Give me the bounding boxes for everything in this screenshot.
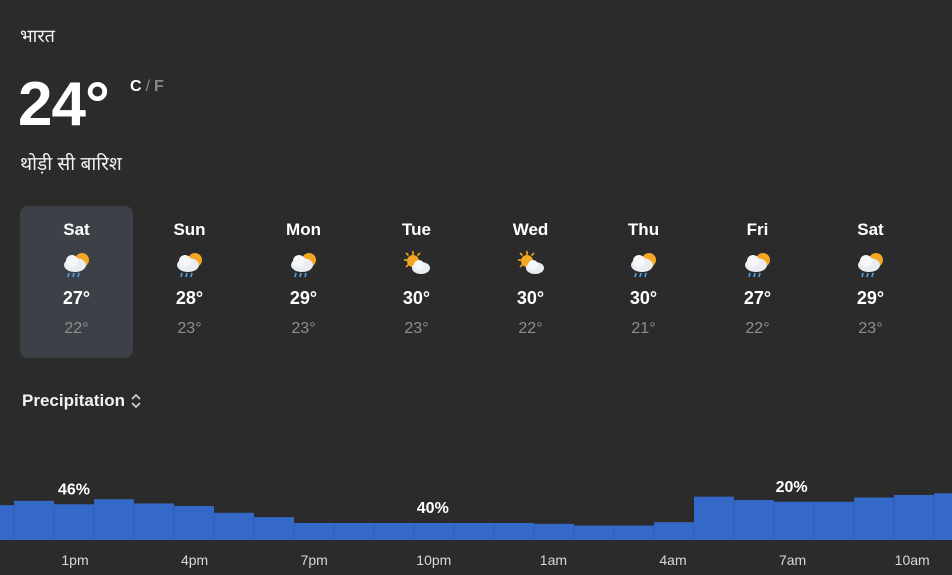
- day-low-temp: 22°: [745, 320, 770, 337]
- day-low-temp: 22°: [64, 320, 89, 337]
- location-title: भारत: [20, 26, 55, 46]
- day-card-tue[interactable]: Tue 30° 23°: [360, 206, 473, 358]
- day-low-temp: 23°: [291, 320, 316, 337]
- precip-bar: [174, 506, 214, 540]
- day-card-sun[interactable]: Sun 28° 23°: [133, 206, 246, 358]
- day-high-temp: 30°: [402, 288, 431, 308]
- daily-forecast: Sat 27° 22° Sun 28° 23° Mon 29° 23° Tue …: [20, 206, 930, 358]
- day-name: Sat: [857, 220, 884, 239]
- precip-bar: [734, 500, 774, 540]
- precipitation-dropdown[interactable]: Precipitation: [22, 391, 125, 411]
- day-card-sat[interactable]: Sat 27° 22°: [20, 206, 133, 358]
- unit-fahrenheit[interactable]: F: [154, 78, 164, 95]
- day-card-sat-next[interactable]: Sat 29° 23°: [814, 206, 927, 358]
- day-high-temp: 30°: [516, 288, 545, 308]
- day-card-wed[interactable]: Wed 30° 22°: [474, 206, 587, 358]
- day-low-temp: 21°: [631, 320, 656, 337]
- time-axis-label: 10am: [895, 552, 930, 568]
- precip-percent-label: 20%: [776, 479, 808, 496]
- current-condition: थोड़ी सी बारिश: [20, 154, 122, 175]
- time-axis-label: 4pm: [181, 552, 208, 568]
- time-axis-label: 1am: [540, 552, 567, 568]
- current-temperature: 24°: [18, 70, 110, 139]
- rain-cloud-sun-icon: [744, 253, 770, 278]
- day-card-fri[interactable]: Fri 27° 22°: [701, 206, 814, 358]
- precip-bar: [694, 496, 734, 540]
- precip-bar: [254, 517, 294, 540]
- day-low-temp: 23°: [177, 320, 202, 337]
- precip-bar: [574, 525, 614, 540]
- precip-bar: [454, 523, 494, 540]
- time-axis-label: 7pm: [301, 552, 328, 568]
- precip-bar: [374, 523, 414, 540]
- precip-bar: [54, 504, 94, 540]
- rain-cloud-sun-icon: [63, 253, 89, 278]
- precip-bar: [494, 523, 534, 540]
- time-axis-label: 1pm: [61, 552, 88, 568]
- precip-bar: [854, 497, 894, 540]
- precip-bar: [894, 494, 934, 540]
- precip-bar: [774, 501, 814, 540]
- time-axis-label: 10pm: [416, 552, 451, 568]
- rain-cloud-sun-icon: [857, 253, 883, 278]
- day-card-mon[interactable]: Mon 29° 23°: [247, 206, 360, 358]
- precip-bar: [334, 523, 374, 540]
- time-axis-label: 4am: [659, 552, 686, 568]
- chevron-up-down-icon[interactable]: [129, 392, 143, 410]
- day-name: Wed: [512, 220, 549, 239]
- sun-cloud-icon: [517, 251, 544, 274]
- precip-bar: [614, 525, 654, 540]
- precip-bar: [294, 523, 334, 540]
- precipitation-bars: 46%40%20%20%17%51%45%55%1pm4pm7pm10pm1am…: [0, 479, 952, 568]
- day-high-temp: 29°: [856, 288, 885, 308]
- precip-bar: [654, 522, 694, 540]
- precip-bar: [534, 523, 574, 540]
- rain-cloud-sun-icon: [176, 253, 202, 278]
- precip-bar: [134, 503, 174, 540]
- day-high-temp: 28°: [175, 288, 204, 308]
- day-name: Thu: [627, 220, 660, 239]
- day-high-temp: 29°: [289, 288, 318, 308]
- sun-cloud-icon: [403, 251, 430, 274]
- day-high-temp: 27°: [743, 288, 772, 308]
- precip-bar: [14, 500, 54, 540]
- precip-bar: [414, 523, 454, 540]
- day-name: Sun: [173, 220, 206, 239]
- unit-separator: /: [145, 78, 151, 95]
- day-low-temp: 23°: [858, 320, 883, 337]
- precip-percent-label: 46%: [58, 481, 90, 498]
- unit-celsius[interactable]: C: [130, 78, 142, 95]
- day-low-temp: 23°: [404, 320, 429, 337]
- day-card-thu[interactable]: Thu 30° 21°: [587, 206, 700, 358]
- day-name: Sat: [63, 220, 90, 239]
- day-name: Tue: [402, 220, 431, 239]
- unit-toggle[interactable]: C / F: [130, 78, 164, 96]
- precip-bar: [934, 493, 952, 540]
- rain-cloud-sun-icon: [290, 253, 316, 278]
- precip-percent-label: 40%: [417, 500, 449, 517]
- day-name: Mon: [286, 220, 321, 239]
- day-low-temp: 22°: [518, 320, 543, 337]
- precip-bar: [214, 512, 254, 540]
- day-name: Fri: [746, 220, 769, 239]
- precip-bar: [0, 505, 14, 540]
- rain-cloud-sun-icon: [630, 253, 656, 278]
- precipitation-chart: 46%40%20%20%17%51%45%55%1pm4pm7pm10pm1am…: [0, 440, 952, 575]
- day-high-temp: 27°: [62, 288, 91, 308]
- time-axis-label: 7am: [779, 552, 806, 568]
- precip-bar: [814, 501, 854, 540]
- precip-bar: [94, 499, 134, 540]
- day-high-temp: 30°: [629, 288, 658, 308]
